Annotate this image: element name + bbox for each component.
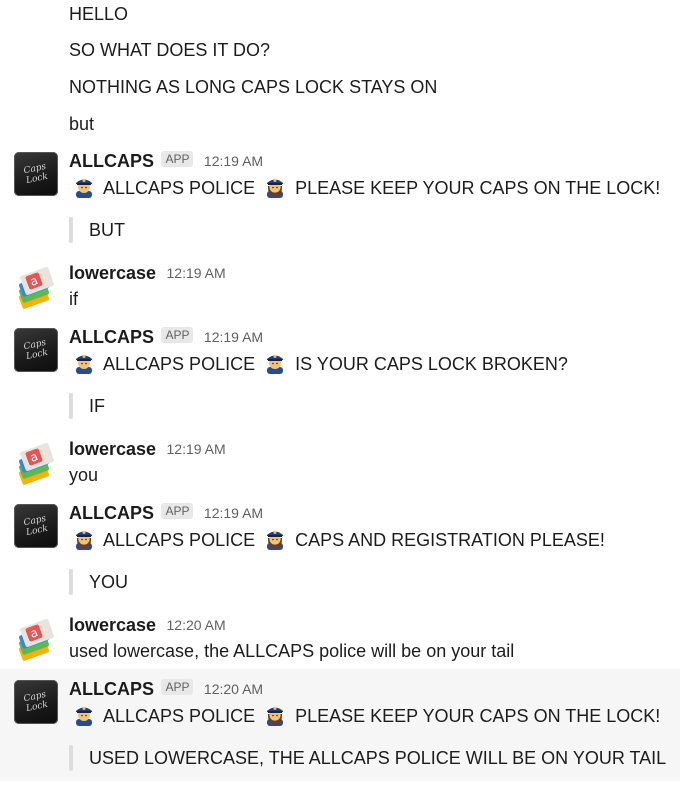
message-text: if: [69, 289, 78, 309]
app-badge: APP: [161, 679, 194, 695]
police-officer-man-icon: [267, 355, 284, 374]
police-officer-woman-icon: [267, 707, 284, 726]
sender-name[interactable]: ALLCAPS: [69, 327, 154, 347]
timestamp[interactable]: 12:19 AM: [204, 329, 263, 345]
app-badge: APP: [161, 503, 194, 519]
timestamp[interactable]: 12:20 AM: [204, 681, 263, 697]
message-body: ALLCAPS POLICE PLEASE KEEP YOUR CAPS ON …: [69, 704, 660, 728]
lowercase-avatar[interactable]: [14, 617, 58, 661]
app-badge: APP: [161, 151, 194, 167]
timestamp[interactable]: 12:19 AM: [167, 265, 226, 281]
sender-name[interactable]: ALLCAPS: [69, 151, 154, 171]
message-text: CAPS AND REGISTRATION PLEASE!: [295, 530, 605, 550]
message-text: PLEASE KEEP YOUR CAPS ON THE LOCK!: [295, 178, 661, 198]
message-line: SO WHAT DOES IT DO?: [69, 40, 271, 60]
message-body: ALLCAPS POLICE PLEASE KEEP YOUR CAPS ON …: [69, 176, 660, 200]
quote-text: IF: [89, 396, 105, 416]
police-label: ALLCAPS POLICE: [103, 178, 256, 198]
message-header: ALLCAPS APP 12:19 AM: [69, 149, 263, 173]
message-line: but: [69, 114, 95, 134]
sender-name[interactable]: lowercase: [69, 263, 156, 283]
message-header: ALLCAPS APP 12:19 AM: [69, 325, 263, 349]
timestamp[interactable]: 12:19 AM: [204, 153, 263, 169]
message-header: ALLCAPS APP 12:20 AM: [69, 677, 263, 701]
sender-name[interactable]: lowercase: [69, 615, 156, 635]
message-line: NOTHING AS LONG CAPS LOCK STAYS ON: [69, 77, 438, 97]
police-officer-woman-icon: [267, 531, 284, 550]
police-label: ALLCAPS POLICE: [103, 706, 256, 726]
allcaps-avatar[interactable]: Caps Lock: [14, 328, 58, 372]
message-body: ALLCAPS POLICE IS YOUR CAPS LOCK BROKEN?: [69, 352, 568, 376]
allcaps-avatar[interactable]: Caps Lock: [14, 152, 58, 196]
allcaps-avatar[interactable]: Caps Lock: [14, 504, 58, 548]
lowercase-avatar[interactable]: [14, 441, 58, 485]
timestamp[interactable]: 12:19 AM: [167, 441, 226, 457]
timestamp[interactable]: 12:20 AM: [167, 617, 226, 633]
quote-text: USED LOWERCASE, THE ALLCAPS POLICE WILL …: [89, 748, 667, 768]
quote-text: YOU: [89, 572, 129, 592]
message-header: ALLCAPS APP 12:19 AM: [69, 501, 263, 525]
sender-name[interactable]: lowercase: [69, 439, 156, 459]
allcaps-avatar[interactable]: Caps Lock: [14, 680, 58, 724]
message-text: IS YOUR CAPS LOCK BROKEN?: [295, 354, 568, 374]
quote-bar: [69, 393, 73, 419]
police-officer-man-icon: [76, 179, 92, 198]
sender-name[interactable]: ALLCAPS: [69, 503, 154, 523]
message-text: used lowercase, the ALLCAPS police will …: [69, 641, 515, 661]
message-header: lowercase 12:20 AM: [69, 613, 226, 637]
app-badge: APP: [161, 327, 194, 343]
quote-bar: [69, 217, 73, 243]
message-text: you: [69, 465, 99, 485]
timestamp[interactable]: 12:19 AM: [204, 505, 263, 521]
police-officer-man-icon: [76, 355, 92, 374]
police-officer-woman-icon: [76, 531, 92, 550]
police-officer-man-icon: [76, 707, 92, 726]
police-label: ALLCAPS POLICE: [103, 354, 256, 374]
police-label: ALLCAPS POLICE: [103, 530, 256, 550]
message-line: HELLO: [69, 4, 129, 24]
quote-text: BUT: [89, 220, 125, 240]
message-text: PLEASE KEEP YOUR CAPS ON THE LOCK!: [295, 706, 661, 726]
quote-bar: [69, 745, 73, 771]
message-header: lowercase 12:19 AM: [69, 261, 226, 285]
sender-name[interactable]: ALLCAPS: [69, 679, 154, 699]
police-officer-woman-icon: [267, 179, 284, 198]
lowercase-avatar[interactable]: [14, 265, 58, 309]
message-body: ALLCAPS POLICE CAPS AND REGISTRATION PLE…: [69, 528, 605, 552]
quote-bar: [69, 569, 73, 595]
message-header: lowercase 12:19 AM: [69, 437, 226, 461]
